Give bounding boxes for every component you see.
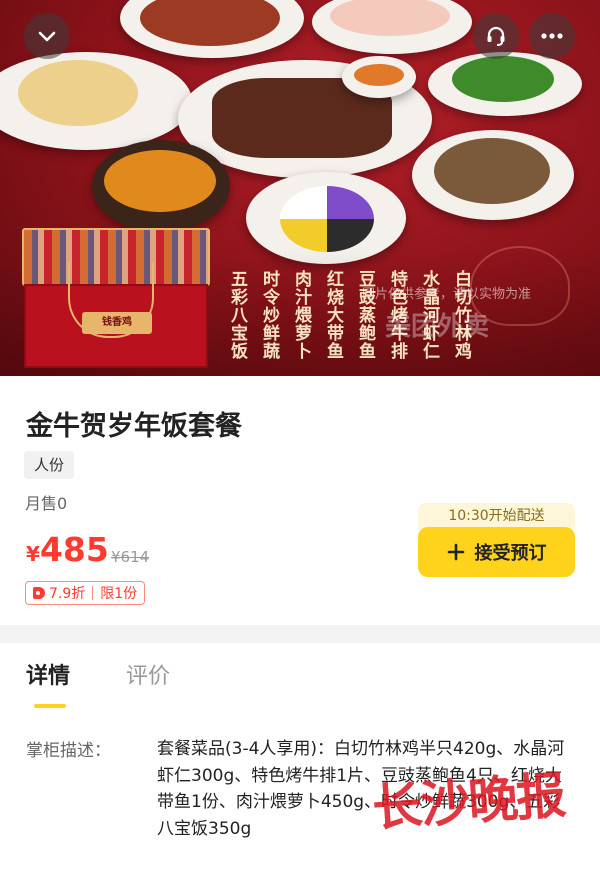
dish-radish	[104, 150, 216, 212]
dish-sauce	[354, 64, 404, 86]
tab-details[interactable]: 详情	[26, 658, 70, 690]
customer-service-button[interactable]	[473, 13, 519, 59]
product-hero-image: 钱香鸡 五彩八宝饭 时令炒鲜蔬 肉汁煨萝卜 红烧大带鱼 豆豉蒸鲍鱼 特色烤牛排 …	[0, 0, 600, 376]
collapse-button[interactable]	[24, 13, 70, 59]
more-dots-icon	[541, 33, 563, 39]
image-disclaimer: 图片仅供参考，请以实物为准	[362, 287, 532, 302]
accept-preorder-button[interactable]: 接受预订	[418, 527, 575, 577]
dish-name: 肉汁煨萝卜	[291, 270, 311, 360]
tab-reviews[interactable]: 评价	[126, 658, 170, 690]
gift-box-brand: 钱香鸡	[82, 312, 152, 334]
price-value: 485	[39, 530, 109, 569]
current-price: ¥485	[26, 530, 109, 569]
dish-rice	[280, 186, 374, 252]
description-label: 掌柜描述：	[26, 741, 111, 761]
dish-name: 时令炒鲜蔬	[259, 270, 279, 360]
monthly-sales: 月售0	[25, 494, 68, 513]
more-button[interactable]	[529, 13, 575, 59]
original-price: ¥614	[111, 548, 150, 566]
dish-greens	[452, 56, 554, 102]
active-tab-indicator	[34, 704, 66, 708]
product-title: 金牛贺岁年饭套餐	[26, 411, 242, 442]
newspaper-watermark: 长沙晚报	[370, 765, 567, 838]
purchase-limit: 限1份	[100, 586, 138, 602]
promo-badge: 7.9折 限1份	[25, 581, 146, 605]
chevron-down-icon	[38, 31, 56, 42]
accept-preorder-label: 接受预订	[474, 543, 547, 564]
gift-box-image: 钱香鸡	[22, 228, 210, 368]
dish-name: 五彩八宝饭	[227, 270, 247, 360]
dish-chicken	[18, 60, 138, 126]
delivery-time-note: 10:30开始配送	[418, 503, 575, 530]
section-divider	[0, 625, 600, 643]
dish-name: 红烧大带鱼	[323, 270, 343, 360]
customer-service-icon	[487, 26, 505, 46]
price-tag-icon	[33, 587, 45, 599]
watermark-logo: 美团外卖	[385, 312, 490, 342]
dish-abalone	[434, 138, 550, 204]
spec-tag: 人份	[24, 451, 75, 479]
currency-symbol: ¥	[26, 542, 40, 566]
plus-icon	[447, 543, 464, 561]
discount-text: 7.9折	[49, 586, 86, 602]
